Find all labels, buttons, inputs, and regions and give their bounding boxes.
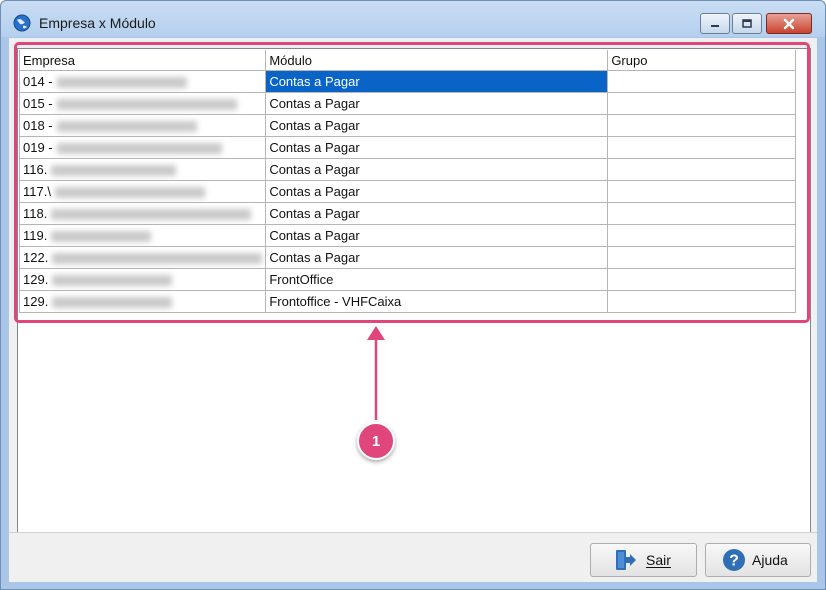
table-row[interactable]: 014 - Contas a Pagar	[18, 70, 797, 93]
callout-badge: 1	[357, 422, 395, 460]
grid-body: 014 - Contas a Pagar 015 - Contas a Pagar 01…	[18, 70, 797, 313]
table-row[interactable]: 122. Contas a Pagar	[18, 246, 797, 269]
sair-label: Sair	[646, 552, 671, 568]
cell-empresa[interactable]: 122.	[18, 246, 267, 269]
button-bar: Sair ? Ajuda	[9, 532, 817, 582]
empresa-text: 129.	[23, 294, 49, 309]
maximize-icon	[742, 19, 752, 28]
cell-modulo[interactable]: FrontOffice	[265, 268, 609, 291]
cell-empresa[interactable]: 015 -	[18, 92, 267, 115]
cell-modulo[interactable]: Contas a Pagar	[265, 224, 609, 247]
minimize-button[interactable]	[700, 13, 730, 34]
column-header-modulo[interactable]: Módulo	[265, 50, 609, 71]
empresa-text: 018 -	[23, 118, 53, 133]
ajuda-label: Ajuda	[752, 552, 788, 568]
table-row[interactable]: 119. Contas a Pagar	[18, 224, 797, 247]
client-area: Empresa Módulo Grupo 014 - Contas a Pagar…	[9, 38, 817, 582]
cell-grupo[interactable]	[607, 224, 797, 247]
redacted-text	[52, 275, 173, 287]
cell-empresa[interactable]: 129.	[18, 290, 267, 313]
empresa-text: 122.	[23, 250, 49, 265]
svg-text:?: ?	[729, 553, 739, 570]
cell-grupo[interactable]	[607, 202, 797, 225]
cell-modulo[interactable]: Contas a Pagar	[265, 202, 609, 225]
table-row[interactable]: 118. Contas a Pagar	[18, 202, 797, 225]
table-row[interactable]: 129. Frontoffice - VHFCaixa	[18, 290, 797, 313]
table-row[interactable]: 117.\ Contas a Pagar	[18, 180, 797, 203]
empresa-text: 014 -	[23, 74, 53, 89]
globe-icon	[13, 14, 31, 32]
cell-grupo[interactable]	[607, 92, 797, 115]
close-button[interactable]	[766, 13, 812, 34]
cell-grupo[interactable]	[607, 290, 797, 313]
callout-arrow-icon	[367, 326, 385, 420]
cell-modulo[interactable]: Contas a Pagar	[265, 246, 609, 269]
redacted-text	[54, 187, 205, 199]
cell-modulo[interactable]: Contas a Pagar	[265, 114, 609, 137]
column-header-grupo[interactable]: Grupo	[607, 50, 797, 71]
table-row[interactable]: 116. Contas a Pagar	[18, 158, 797, 181]
cell-modulo[interactable]: Contas a Pagar	[265, 180, 609, 203]
cell-empresa[interactable]: 117.\	[18, 180, 267, 203]
grid-header-row: Empresa Módulo Grupo	[18, 50, 797, 71]
empresa-text: 117.\	[23, 184, 51, 199]
empresa-text: 116.	[23, 162, 48, 177]
sair-button[interactable]: Sair	[590, 543, 697, 577]
table-row[interactable]: 129. FrontOffice	[18, 268, 797, 291]
table-row[interactable]: 015 - Contas a Pagar	[18, 92, 797, 115]
cell-empresa[interactable]: 019 -	[18, 136, 267, 159]
help-icon: ?	[723, 549, 745, 571]
empresa-text: 019 -	[23, 140, 53, 155]
cell-grupo[interactable]	[607, 268, 797, 291]
cell-empresa[interactable]: 116.	[18, 158, 267, 181]
ajuda-button[interactable]: ? Ajuda	[705, 543, 811, 577]
empresa-text: 129.	[23, 272, 49, 287]
maximize-button[interactable]	[732, 13, 762, 34]
redacted-text	[56, 77, 187, 89]
cell-empresa[interactable]: 014 -	[18, 70, 267, 93]
cell-empresa[interactable]: 118.	[18, 202, 267, 225]
empresa-text: 118.	[23, 206, 48, 221]
cell-grupo[interactable]	[607, 246, 797, 269]
cell-modulo[interactable]: Frontoffice - VHFCaixa	[265, 290, 609, 313]
empresa-modulo-window: Empresa x Módulo Empresa Módulo Grupo 01…	[0, 0, 826, 590]
grid-table: Empresa Módulo Grupo 014 - Contas a Pagar…	[18, 50, 797, 313]
table-row[interactable]: 019 - Contas a Pagar	[18, 136, 797, 159]
redacted-text	[56, 99, 237, 111]
cell-modulo[interactable]: Contas a Pagar	[265, 92, 609, 115]
cell-empresa[interactable]: 119.	[18, 224, 267, 247]
close-icon	[783, 18, 795, 29]
cell-grupo[interactable]	[607, 158, 797, 181]
cell-grupo[interactable]	[607, 180, 797, 203]
column-header-empresa[interactable]: Empresa	[18, 50, 267, 71]
empresa-modulo-grid[interactable]: Empresa Módulo Grupo 014 - Contas a Pagar…	[17, 48, 811, 568]
cell-empresa[interactable]: 129.	[18, 268, 267, 291]
cell-grupo[interactable]	[607, 114, 797, 137]
redacted-text	[52, 253, 263, 265]
cell-empresa[interactable]: 018 -	[18, 114, 267, 137]
cell-modulo[interactable]: Contas a Pagar	[265, 158, 609, 181]
redacted-text	[52, 297, 173, 309]
cell-grupo[interactable]	[607, 70, 797, 93]
title-bar[interactable]: Empresa x Módulo	[1, 1, 825, 37]
minimize-icon	[711, 24, 719, 27]
redacted-text	[56, 121, 197, 133]
redacted-text	[51, 231, 152, 243]
empresa-text: 119.	[23, 228, 48, 243]
redacted-text	[51, 209, 252, 221]
window-title: Empresa x Módulo	[39, 15, 156, 31]
exit-door-icon	[616, 550, 636, 570]
cell-grupo[interactable]	[607, 136, 797, 159]
cell-modulo[interactable]: Contas a Pagar	[265, 70, 609, 93]
cell-modulo[interactable]: Contas a Pagar	[265, 136, 609, 159]
table-row[interactable]: 018 - Contas a Pagar	[18, 114, 797, 137]
redacted-text	[51, 165, 177, 177]
redacted-text	[56, 143, 222, 155]
empresa-text: 015 -	[23, 96, 53, 111]
